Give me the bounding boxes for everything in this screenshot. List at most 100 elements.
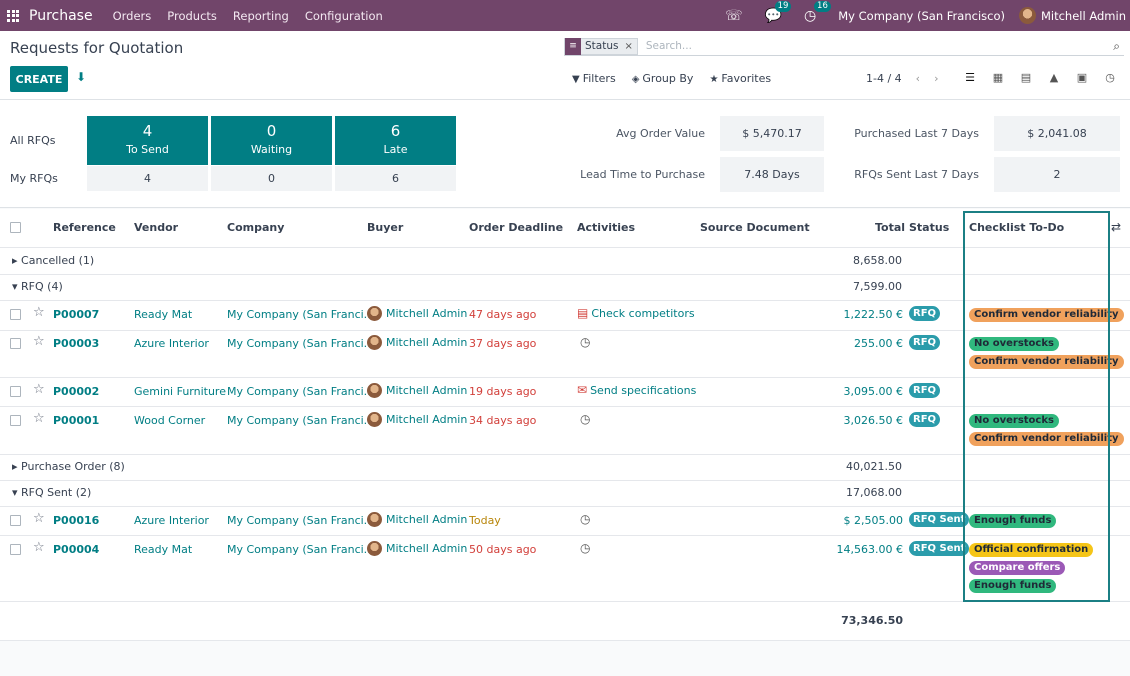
apps-menu-icon[interactable]	[7, 9, 19, 22]
search-input[interactable]: Search...	[646, 40, 692, 52]
kpi-purchased-value: $ 2,041.08	[994, 116, 1120, 151]
row-reference[interactable]: P00007	[53, 308, 99, 321]
row-buyer[interactable]: Mitchell Admin	[367, 412, 467, 427]
group-rfq[interactable]: ▾ RFQ (4)	[12, 280, 63, 293]
row-checkbox[interactable]	[10, 515, 21, 526]
col-reference[interactable]: Reference	[53, 221, 116, 234]
kanban-view-icon[interactable]: ▦	[990, 71, 1006, 84]
row-company[interactable]: My Company (San Franci...	[227, 514, 374, 527]
pager-value[interactable]: 1-4 / 4	[866, 72, 902, 85]
row-buyer[interactable]: Mitchell Admin	[367, 383, 467, 398]
row-vendor[interactable]: Azure Interior	[134, 514, 209, 527]
row-checkbox[interactable]	[10, 544, 21, 555]
row-checkbox[interactable]	[10, 386, 21, 397]
tile-late[interactable]: 6 Late	[335, 116, 456, 165]
priority-star-icon[interactable]: ☆	[33, 511, 45, 526]
user-avatar	[1018, 7, 1036, 24]
row-company[interactable]: My Company (San Franci...	[227, 385, 374, 398]
status-badge: RFQ	[909, 306, 941, 321]
optional-columns-icon[interactable]: ⇄	[1111, 220, 1121, 234]
row-vendor[interactable]: Ready Mat	[134, 543, 192, 556]
kpi-rfqs-sent-value: 2	[994, 157, 1120, 192]
row-reference[interactable]: P00003	[53, 337, 99, 350]
messages-icon[interactable]: 💬 19	[765, 0, 792, 24]
row-activity[interactable]: ▤ Check competitors	[577, 306, 695, 320]
activities-icon[interactable]: ◷ 16	[804, 0, 831, 24]
clock-icon[interactable]: ◷	[580, 335, 590, 349]
pager-previous-icon[interactable]: ‹	[916, 72, 920, 85]
download-icon[interactable]: ⬇	[76, 70, 88, 84]
priority-star-icon[interactable]: ☆	[33, 411, 45, 426]
filters-button[interactable]: ▼ Filters	[572, 72, 616, 85]
voip-icon[interactable]: ☏	[725, 8, 743, 24]
create-button[interactable]: CREATE	[10, 66, 68, 92]
tile-waiting[interactable]: 0 Waiting	[211, 116, 332, 165]
my-waiting[interactable]: 0	[211, 166, 332, 191]
row-vendor[interactable]: Gemini Furniture	[134, 385, 226, 398]
row-buyer[interactable]: Mitchell Admin	[367, 512, 467, 527]
my-to-send[interactable]: 4	[87, 166, 208, 191]
list-view-icon[interactable]: ☰	[962, 71, 978, 84]
row-checkbox[interactable]	[10, 309, 21, 320]
my-late[interactable]: 6	[335, 166, 456, 191]
groupby-button[interactable]: ◈ Group By	[632, 72, 694, 85]
row-deadline: 50 days ago	[469, 543, 537, 556]
priority-star-icon[interactable]: ☆	[33, 305, 45, 320]
priority-star-icon[interactable]: ☆	[33, 540, 45, 555]
divider	[0, 506, 1130, 507]
clock-icon[interactable]: ◷	[580, 412, 590, 426]
pivot-view-icon[interactable]: ▤	[1018, 71, 1034, 84]
row-activity[interactable]: ✉ Send specifications	[577, 383, 696, 397]
user-menu[interactable]: Mitchell Admin	[1018, 7, 1126, 24]
col-order-deadline[interactable]: Order Deadline	[469, 221, 563, 234]
calendar-view-icon[interactable]: ▣	[1074, 71, 1090, 84]
my-rfqs-label: My RFQs	[10, 172, 58, 185]
row-reference[interactable]: P00001	[53, 414, 99, 427]
col-status[interactable]: Status	[909, 221, 949, 234]
tile-to-send[interactable]: 4 To Send	[87, 116, 208, 165]
col-total[interactable]: Total	[875, 221, 905, 234]
row-company[interactable]: My Company (San Franci...	[227, 543, 374, 556]
app-brand[interactable]: Purchase	[29, 8, 93, 24]
row-company[interactable]: My Company (San Franci...	[227, 337, 374, 350]
row-company[interactable]: My Company (San Franci...	[227, 308, 374, 321]
col-source-document[interactable]: Source Document	[700, 221, 810, 234]
priority-star-icon[interactable]: ☆	[33, 334, 45, 349]
row-company[interactable]: My Company (San Franci...	[227, 414, 374, 427]
row-vendor[interactable]: Ready Mat	[134, 308, 192, 321]
menu-reporting[interactable]: Reporting	[233, 9, 289, 23]
row-buyer[interactable]: Mitchell Admin	[367, 306, 467, 321]
col-buyer[interactable]: Buyer	[367, 221, 403, 234]
row-reference[interactable]: P00004	[53, 543, 99, 556]
col-company[interactable]: Company	[227, 221, 284, 234]
row-buyer[interactable]: Mitchell Admin	[367, 541, 467, 556]
clock-icon[interactable]: ◷	[580, 512, 590, 526]
activity-view-icon[interactable]: ◷	[1102, 71, 1118, 84]
row-reference[interactable]: P00002	[53, 385, 99, 398]
group-cancelled[interactable]: ▸ Cancelled (1)	[12, 254, 94, 267]
menu-orders[interactable]: Orders	[113, 9, 152, 23]
priority-star-icon[interactable]: ☆	[33, 382, 45, 397]
row-checkbox[interactable]	[10, 338, 21, 349]
group-rfq-sent[interactable]: ▾ RFQ Sent (2)	[12, 486, 91, 499]
favorites-button[interactable]: ★ Favorites	[709, 72, 771, 85]
select-all-checkbox[interactable]	[10, 222, 21, 233]
company-switcher[interactable]: My Company (San Francisco)	[838, 9, 1005, 23]
page-title: Requests for Quotation	[10, 39, 184, 57]
pager-next-icon[interactable]: ›	[934, 72, 938, 85]
menu-configuration[interactable]: Configuration	[305, 9, 383, 23]
facet-close-icon[interactable]: ×	[624, 41, 632, 52]
row-checkbox[interactable]	[10, 415, 21, 426]
row-buyer[interactable]: Mitchell Admin	[367, 335, 467, 350]
row-vendor[interactable]: Wood Corner	[134, 414, 205, 427]
row-vendor[interactable]: Azure Interior	[134, 337, 209, 350]
row-reference[interactable]: P00016	[53, 514, 99, 527]
group-purchase-order[interactable]: ▸ Purchase Order (8)	[12, 460, 125, 473]
graph-view-icon[interactable]: ▲	[1046, 71, 1062, 84]
clock-icon[interactable]: ◷	[580, 541, 590, 555]
col-activities[interactable]: Activities	[577, 221, 635, 234]
search-bar[interactable]: ≡ Status × Search... ⌕	[564, 37, 1124, 56]
search-icon[interactable]: ⌕	[1113, 39, 1120, 54]
col-vendor[interactable]: Vendor	[134, 221, 178, 234]
menu-products[interactable]: Products	[167, 9, 217, 23]
